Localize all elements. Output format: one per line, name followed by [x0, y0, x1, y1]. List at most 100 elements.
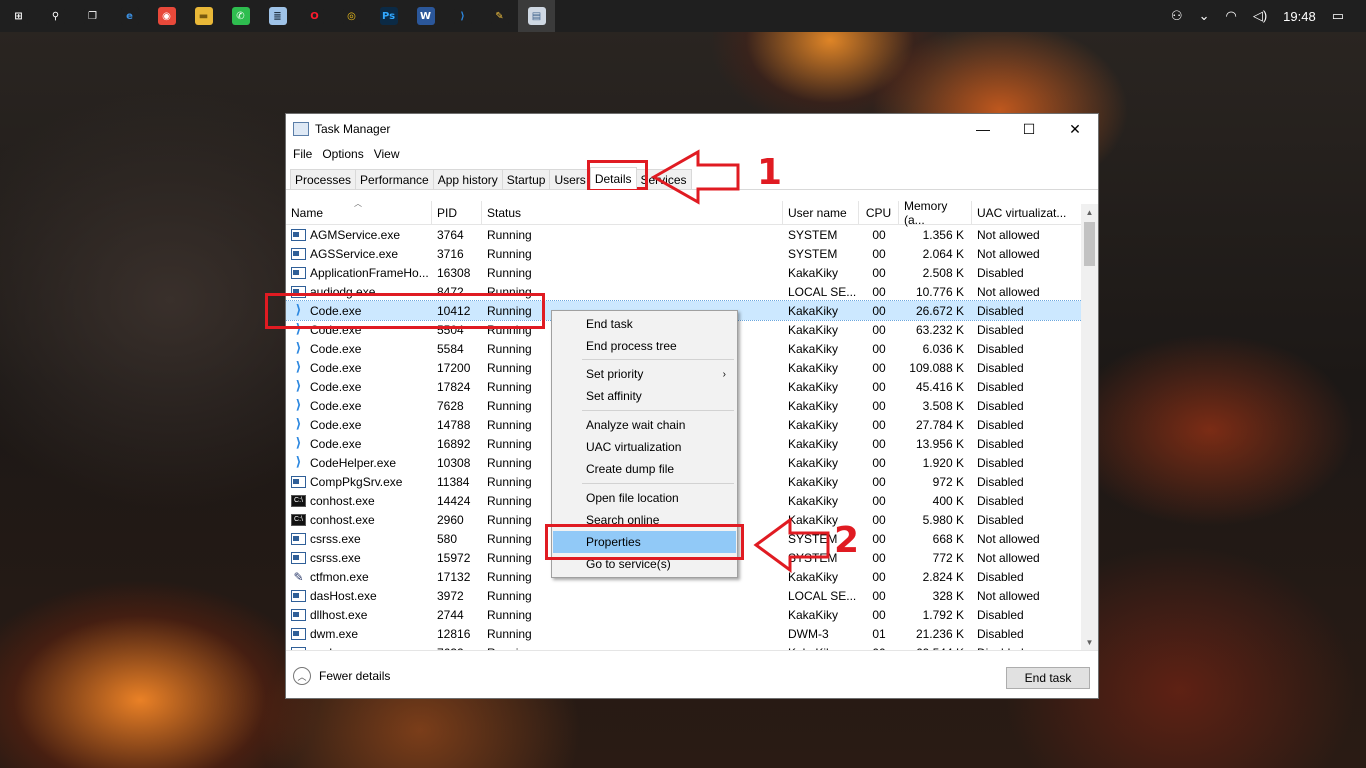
annotation-label-1: 1: [757, 152, 783, 193]
app-process-icon: [291, 589, 306, 602]
vscode-process-icon: ⟩: [295, 398, 302, 413]
scrollbar-thumb[interactable]: [1084, 222, 1095, 266]
taskbar-notepad[interactable]: ≣: [259, 0, 296, 32]
clock[interactable]: 19:48: [1283, 9, 1316, 24]
wifi-icon[interactable]: ◠: [1225, 8, 1236, 24]
column-header-cpu[interactable]: CPU: [859, 201, 899, 224]
taskbar-task-view[interactable]: ❐: [74, 0, 111, 32]
process-name-cell: dwm.exe: [286, 627, 432, 641]
uac-cell: Disabled: [977, 322, 1024, 337]
taskbar-word[interactable]: W: [407, 0, 444, 32]
taskbar-task-manager[interactable]: ▤: [518, 0, 555, 32]
tab-users[interactable]: Users: [549, 169, 591, 189]
context-end-task[interactable]: End task: [553, 313, 736, 335]
console-process-icon: C:\: [291, 494, 306, 507]
context-set-priority[interactable]: Set priority ›: [553, 363, 736, 385]
end-task-button[interactable]: End task: [1006, 667, 1090, 689]
maximize-button[interactable]: ☐: [1006, 114, 1052, 144]
table-row[interactable]: dwm.exe 12816 Running DWM-3 01 21.236 K Disabl…: [286, 624, 1098, 643]
status-cell: Running: [487, 227, 532, 242]
table-row[interactable]: ApplicationFrameHo... 16308 Running KakaKik…: [286, 263, 1098, 282]
cpu-cell: 00: [872, 417, 886, 432]
taskbar-file-explorer[interactable]: ▬: [185, 0, 222, 32]
chevron-up-icon[interactable]: ⌄: [1199, 8, 1210, 24]
volume-icon[interactable]: ◁): [1253, 8, 1267, 24]
people-icon[interactable]: ⚇: [1171, 8, 1183, 24]
status-cell: Running: [487, 246, 532, 261]
process-name-cell: CompPkgSrv.exe: [286, 475, 432, 489]
taskbar-start[interactable]: ⊞: [0, 0, 37, 32]
taskbar-chrome[interactable]: ◎: [333, 0, 370, 32]
memory-cell: 2.064 K: [922, 246, 964, 261]
uac-cell: Disabled: [977, 360, 1024, 375]
uac-cell: Disabled: [977, 455, 1024, 470]
tab-performance[interactable]: Performance: [355, 169, 434, 189]
context-open-file-location[interactable]: Open file location: [553, 487, 736, 509]
taskbar-photoshop[interactable]: Ps: [370, 0, 407, 32]
pid-cell: 580: [437, 531, 458, 546]
tab-app-history[interactable]: App history: [432, 169, 503, 189]
uac-cell: Disabled: [977, 626, 1024, 641]
process-name: dllhost.exe: [310, 607, 368, 622]
column-header-pid[interactable]: PID: [432, 201, 482, 224]
memory-cell: 328 K: [932, 588, 964, 603]
table-row[interactable]: AGMService.exe 3764 Running SYSTEM 00 1.356 K…: [286, 225, 1098, 244]
menu-view[interactable]: View: [369, 147, 405, 161]
column-header-user-name[interactable]: User name: [783, 201, 859, 224]
cpu-cell: 00: [872, 474, 886, 489]
scroll-down-icon[interactable]: ▼: [1081, 634, 1098, 650]
uac-cell: Disabled: [977, 265, 1024, 280]
context-create-dump-file[interactable]: Create dump file: [553, 458, 736, 480]
context-end-process-tree[interactable]: End process tree: [553, 335, 736, 357]
uac-cell: Disabled: [977, 569, 1024, 584]
memory-cell: 26.672 K: [915, 303, 964, 318]
pid-cell: 3716: [437, 246, 464, 261]
tab-details[interactable]: Details: [589, 167, 637, 189]
memory-cell: 1.356 K: [922, 227, 964, 242]
context-uac-virtualization[interactable]: UAC virtualization: [553, 436, 736, 458]
tab-startup[interactable]: Startup: [501, 169, 551, 189]
taskbar-whatsapp[interactable]: ✆: [222, 0, 259, 32]
scroll-up-icon[interactable]: ▲: [1081, 204, 1098, 220]
column-header-uac-virtualization[interactable]: UAC virtualizat...: [972, 201, 1081, 224]
cococ-icon: ◉: [157, 7, 176, 25]
vscode-process-icon: ⟩: [295, 436, 302, 451]
menu-options[interactable]: Options: [317, 147, 368, 161]
process-name: conhost.exe: [310, 512, 375, 527]
cpu-cell: 00: [872, 398, 886, 413]
column-header-memory[interactable]: Memory (a...: [899, 201, 972, 227]
taskbar-opera[interactable]: O: [296, 0, 333, 32]
cpu-cell: 00: [872, 607, 886, 622]
vertical-scrollbar[interactable]: ▲ ▼: [1081, 204, 1098, 650]
memory-cell: 109.088 K: [909, 360, 964, 375]
taskbar-search[interactable]: ⚲: [37, 0, 74, 32]
taskbar-edge[interactable]: e: [111, 0, 148, 32]
column-header-name[interactable]: ︿ Name: [286, 201, 432, 224]
action-center-icon[interactable]: ▭: [1332, 8, 1344, 24]
process-name-cell: ⟩ Code.exe: [286, 399, 432, 413]
menu-file[interactable]: File: [288, 147, 317, 161]
context-set-affinity[interactable]: Set affinity: [553, 385, 736, 407]
context-analyze-wait-chain[interactable]: Analyze wait chain: [553, 414, 736, 436]
title-bar[interactable]: Task Manager — ☐ ✕: [286, 114, 1098, 144]
table-row[interactable]: dasHost.exe 3972 Running LOCAL SE... 00 328 K…: [286, 586, 1098, 605]
table-row[interactable]: dllhost.exe 2744 Running KakaKiky 00 1.792 K D…: [286, 605, 1098, 624]
process-name-cell: C:\ conhost.exe: [286, 513, 432, 527]
annotation-arrow-1-icon: [650, 149, 740, 205]
app-process-icon: [291, 475, 306, 488]
task-manager-icon: [293, 122, 309, 136]
vscode-process-icon: ⟩: [295, 417, 302, 432]
close-button[interactable]: ✕: [1052, 114, 1098, 144]
minimize-button[interactable]: —: [960, 114, 1006, 144]
process-name: ApplicationFrameHo...: [310, 265, 429, 280]
process-name-cell: AGMService.exe: [286, 228, 432, 242]
taskbar-paint[interactable]: ✎: [481, 0, 518, 32]
memory-cell: 45.416 K: [915, 379, 964, 394]
table-row[interactable]: explorer.exe7632RunningKakaKiky0069.544 …: [286, 643, 1098, 650]
taskbar-vscode[interactable]: ⟩: [444, 0, 481, 32]
pid-cell: 12816: [437, 626, 471, 641]
tab-processes[interactable]: Processes: [290, 169, 357, 189]
table-row[interactable]: AGSService.exe 3716 Running SYSTEM 00 2.064 K…: [286, 244, 1098, 263]
taskbar-cococ[interactable]: ◉: [148, 0, 185, 32]
fewer-details-button[interactable]: ︿ Fewer details: [293, 667, 390, 685]
